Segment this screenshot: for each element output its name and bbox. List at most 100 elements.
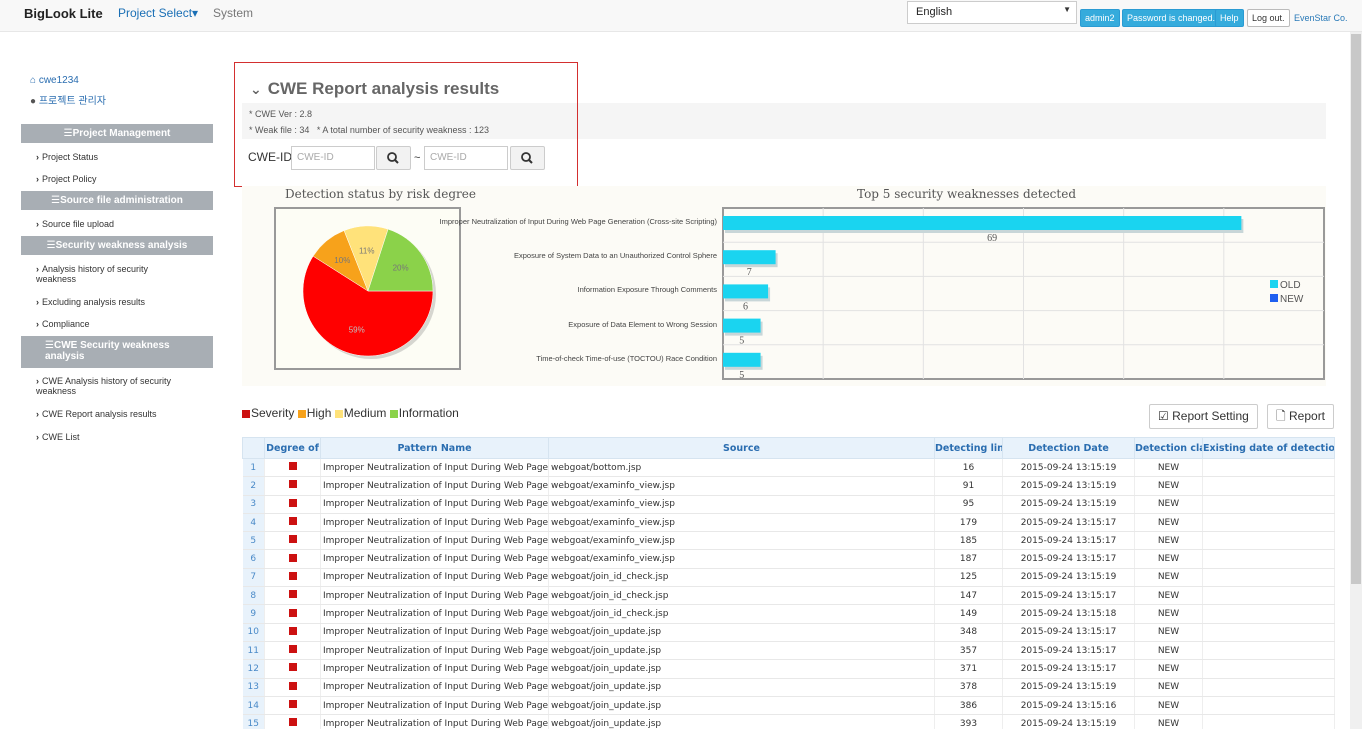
search-from-button[interactable] — [376, 146, 411, 170]
column-header-degree[interactable]: Degree of — [264, 437, 321, 459]
company-link[interactable]: EvenStar Co. — [1294, 13, 1348, 23]
severity-cell — [264, 586, 321, 606]
pie-value-label: 20% — [393, 263, 409, 272]
table-row[interactable]: 11 Improper Neutralization of Input Durin… — [242, 641, 1335, 661]
cwe-id-from-input[interactable]: CWE-ID — [291, 146, 375, 170]
sidebar-item-analysis-history[interactable]: › Analysis history of security weakness — [36, 264, 176, 284]
table-row[interactable]: 14 Improper Neutralization of Input Durin… — [242, 696, 1335, 716]
pattern-cell: Improper Neutralization of Input During … — [320, 568, 549, 588]
system-menu[interactable]: System — [213, 6, 253, 20]
sidebar-section-project-management[interactable]: ☰Project Management — [21, 124, 213, 143]
column-header-date[interactable]: Detection Date — [1002, 437, 1135, 459]
chevron-down-icon[interactable]: ⌄ — [250, 81, 262, 98]
chevron-right-icon: › — [36, 319, 39, 329]
line-cell: 357 — [934, 641, 1003, 661]
table-row[interactable]: 12 Improper Neutralization of Input Durin… — [242, 659, 1335, 679]
severity-cell — [264, 458, 321, 478]
search-icon — [387, 152, 399, 164]
table-row[interactable]: 7 Improper Neutralization of Input During… — [242, 568, 1335, 588]
logout-button[interactable]: Log out. — [1247, 9, 1290, 27]
class-cell: NEW — [1134, 714, 1203, 729]
table-row[interactable]: 6 Improper Neutralization of Input During… — [242, 549, 1335, 569]
date-cell: 2015-09-24 13:15:19 — [1002, 476, 1135, 496]
table-row[interactable]: 4 Improper Neutralization of Input During… — [242, 513, 1335, 533]
class-cell: NEW — [1134, 678, 1203, 697]
search-to-button[interactable] — [510, 146, 545, 170]
column-header-line[interactable]: Detecting lin — [934, 437, 1003, 459]
sidebar-item-source-upload[interactable]: › Source file upload — [36, 219, 114, 229]
chevron-right-icon: › — [36, 432, 39, 442]
chevron-right-icon: › — [36, 264, 39, 274]
class-cell: NEW — [1134, 495, 1203, 514]
line-cell: 393 — [934, 714, 1003, 729]
row-number: 1 — [242, 458, 265, 478]
page-title[interactable]: ⌄ CWE Report analysis results — [250, 79, 499, 99]
bar-category-label: Exposure of System Data to an Unauthoriz… — [513, 251, 717, 261]
sidebar-section-security-weakness[interactable]: ☰Security weakness analysis — [21, 236, 213, 255]
table-row[interactable]: 8 Improper Neutralization of Input During… — [242, 586, 1335, 606]
table-row[interactable]: 9 Improper Neutralization of Input During… — [242, 604, 1335, 624]
information-swatch — [389, 410, 398, 418]
sidebar-item-cwe-history[interactable]: › CWE Analysis history of security weakne… — [36, 376, 186, 396]
date-cell: 2015-09-24 13:15:18 — [1002, 604, 1135, 624]
pattern-cell: Improper Neutralization of Input During … — [320, 586, 549, 606]
column-header-source[interactable]: Source — [548, 437, 935, 459]
existing-date-cell — [1202, 623, 1335, 642]
row-number: 2 — [242, 476, 265, 496]
pie-chart: 59% 10% 11% 20% — [302, 225, 436, 359]
column-header-existing-date[interactable]: Existing date of detection — [1202, 437, 1335, 459]
severity-indicator-icon — [288, 480, 297, 489]
table-row[interactable]: 2 Improper Neutralization of Input During… — [242, 476, 1335, 496]
project-select-menu[interactable]: Project Select▾ — [118, 6, 198, 20]
brand-logo[interactable]: BigLook Lite — [24, 6, 103, 21]
class-cell: NEW — [1134, 623, 1203, 642]
weak-file-count: * Weak file : 34 * A total number of sec… — [249, 125, 489, 135]
row-number: 4 — [242, 513, 265, 533]
sidebar-section-cwe[interactable]: ☰CWE Security weakness analysis — [21, 336, 213, 368]
cwe-id-to-input[interactable]: CWE-ID — [424, 146, 508, 170]
top-navbar: BigLook Lite Project Select▾ System Engl… — [0, 0, 1362, 32]
class-cell: NEW — [1134, 458, 1203, 478]
column-header-rownum[interactable] — [242, 437, 265, 459]
table-row[interactable]: 1 Improper Neutralization of Input During… — [242, 458, 1335, 478]
language-select[interactable]: English ▼ — [907, 1, 1077, 24]
table-row[interactable]: 13 Improper Neutralization of Input Durin… — [242, 678, 1335, 697]
report-setting-button[interactable]: ☑ Report Setting — [1149, 404, 1258, 429]
sidebar-item-cwe-report[interactable]: › CWE Report analysis results — [36, 409, 157, 419]
severity-cell — [264, 531, 321, 551]
sidebar-section-source-file[interactable]: ☰Source file administration — [21, 191, 213, 210]
existing-date-cell — [1202, 568, 1335, 588]
table-row[interactable]: 15 Improper Neutralization of Input Durin… — [242, 714, 1335, 729]
line-cell: 179 — [934, 513, 1003, 533]
severity-indicator-icon — [288, 608, 297, 617]
sidebar-item-excluding-results[interactable]: › Excluding analysis results — [36, 297, 145, 307]
scrollbar-thumb[interactable] — [1351, 34, 1361, 584]
row-number: 12 — [242, 659, 265, 679]
password-changed-button[interactable]: Password is changed. — [1122, 9, 1221, 27]
column-header-pattern[interactable]: Pattern Name — [320, 437, 549, 459]
class-cell: NEW — [1134, 604, 1203, 624]
severity-indicator-icon — [288, 626, 297, 635]
table-row[interactable]: 10 Improper Neutralization of Input Durin… — [242, 623, 1335, 642]
table-row[interactable]: 3 Improper Neutralization of Input During… — [242, 495, 1335, 514]
source-cell: webgoat/join_id_check.jsp — [548, 568, 935, 588]
source-cell: webgoat/join_update.jsp — [548, 623, 935, 642]
source-cell: webgoat/join_update.jsp — [548, 678, 935, 697]
sidebar-item-project-policy[interactable]: › Project Policy — [36, 174, 97, 184]
user-button[interactable]: admin2 — [1080, 9, 1120, 27]
chevron-right-icon: › — [36, 409, 39, 419]
sidebar-item-cwe-list[interactable]: › CWE List — [36, 432, 80, 442]
sidebar-item-compliance[interactable]: › Compliance — [36, 319, 90, 329]
table-row[interactable]: 5 Improper Neutralization of Input During… — [242, 531, 1335, 551]
chevron-right-icon: › — [36, 376, 39, 386]
existing-date-cell — [1202, 714, 1335, 729]
list-icon: ☰ — [51, 195, 61, 206]
bar-category-label: Improper Neutralization of Input During … — [439, 217, 718, 226]
severity-cell — [264, 513, 321, 533]
chevron-right-icon: › — [36, 152, 39, 162]
column-header-class[interactable]: Detection cla — [1134, 437, 1203, 459]
sidebar-item-project-status[interactable]: › Project Status — [36, 152, 98, 162]
help-button[interactable]: Help — [1215, 9, 1244, 27]
severity-cell — [264, 714, 321, 729]
report-button[interactable]: 🗋 Report — [1267, 404, 1335, 429]
